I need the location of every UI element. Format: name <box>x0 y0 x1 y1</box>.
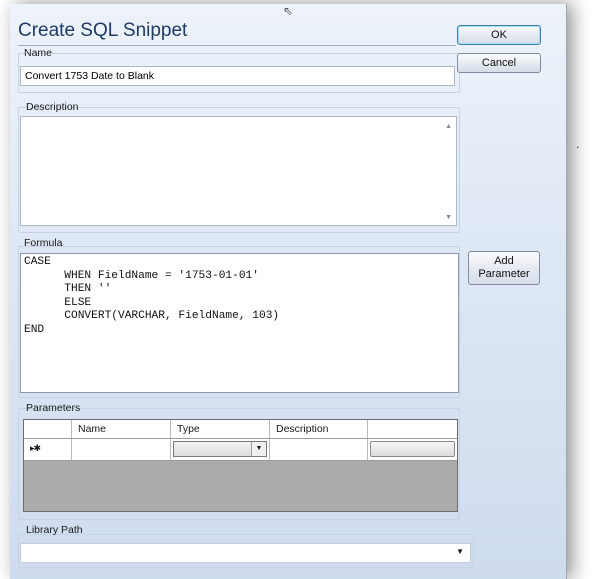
library-path-label: Library Path <box>26 524 83 536</box>
param-type-cell[interactable]: ▼ <box>171 439 270 460</box>
description-textarea[interactable]: ▲ ▼ <box>20 116 457 226</box>
formula-label: Formula <box>24 237 63 249</box>
parameters-label: Parameters <box>26 402 81 414</box>
param-name-cell[interactable] <box>72 439 171 460</box>
row-header-cell: ▸✱ <box>24 439 72 460</box>
new-row-marker-icon: ▸✱ <box>30 443 41 453</box>
scroll-up-arrow-icon[interactable]: ▲ <box>445 123 452 130</box>
dropdown-arrow-icon[interactable]: ▼ <box>456 547 464 556</box>
column-header-type-label: Type <box>177 423 200 435</box>
column-header-description[interactable]: Description <box>270 420 368 438</box>
create-sql-snippet-dialog: ⇖ Create SQL Snippet Name Description ▲ … <box>10 4 567 579</box>
ok-button[interactable]: OK <box>457 25 541 45</box>
mouse-cursor-icon: ⇖ <box>283 4 294 18</box>
title-divider <box>18 45 456 46</box>
param-action-button[interactable] <box>370 441 455 457</box>
param-type-combobox[interactable]: ▼ <box>173 441 267 457</box>
name-label: Name <box>24 47 53 59</box>
dialog-title: Create SQL Snippet <box>18 20 188 41</box>
parameters-grid: Name Type Description ▸✱ ▼ <box>23 419 458 512</box>
cancel-button[interactable]: Cancel <box>457 53 541 73</box>
column-header-name[interactable]: Name <box>72 420 171 438</box>
column-header-name-label: Name <box>78 423 107 435</box>
add-parameter-button[interactable]: Add Parameter <box>468 251 540 285</box>
formula-editor[interactable]: CASE WHEN FieldName = '1753-01-01' THEN … <box>20 253 459 393</box>
scroll-down-arrow-icon[interactable]: ▼ <box>445 214 452 221</box>
grid-header-row: Name Type Description <box>24 420 457 439</box>
column-header-type[interactable]: Type <box>171 420 270 438</box>
description-label: Description <box>26 101 79 113</box>
row-header-column <box>24 420 72 438</box>
library-path-combobox[interactable]: ▼ <box>20 543 471 563</box>
column-header-action <box>368 420 457 438</box>
param-action-cell <box>368 439 457 460</box>
name-input[interactable] <box>20 66 455 86</box>
background-dot: . <box>576 137 580 151</box>
dropdown-arrow-icon[interactable]: ▼ <box>251 442 266 456</box>
param-description-cell[interactable] <box>270 439 368 460</box>
column-header-description-label: Description <box>276 423 329 435</box>
new-parameter-row[interactable]: ▸✱ ▼ <box>24 439 457 461</box>
